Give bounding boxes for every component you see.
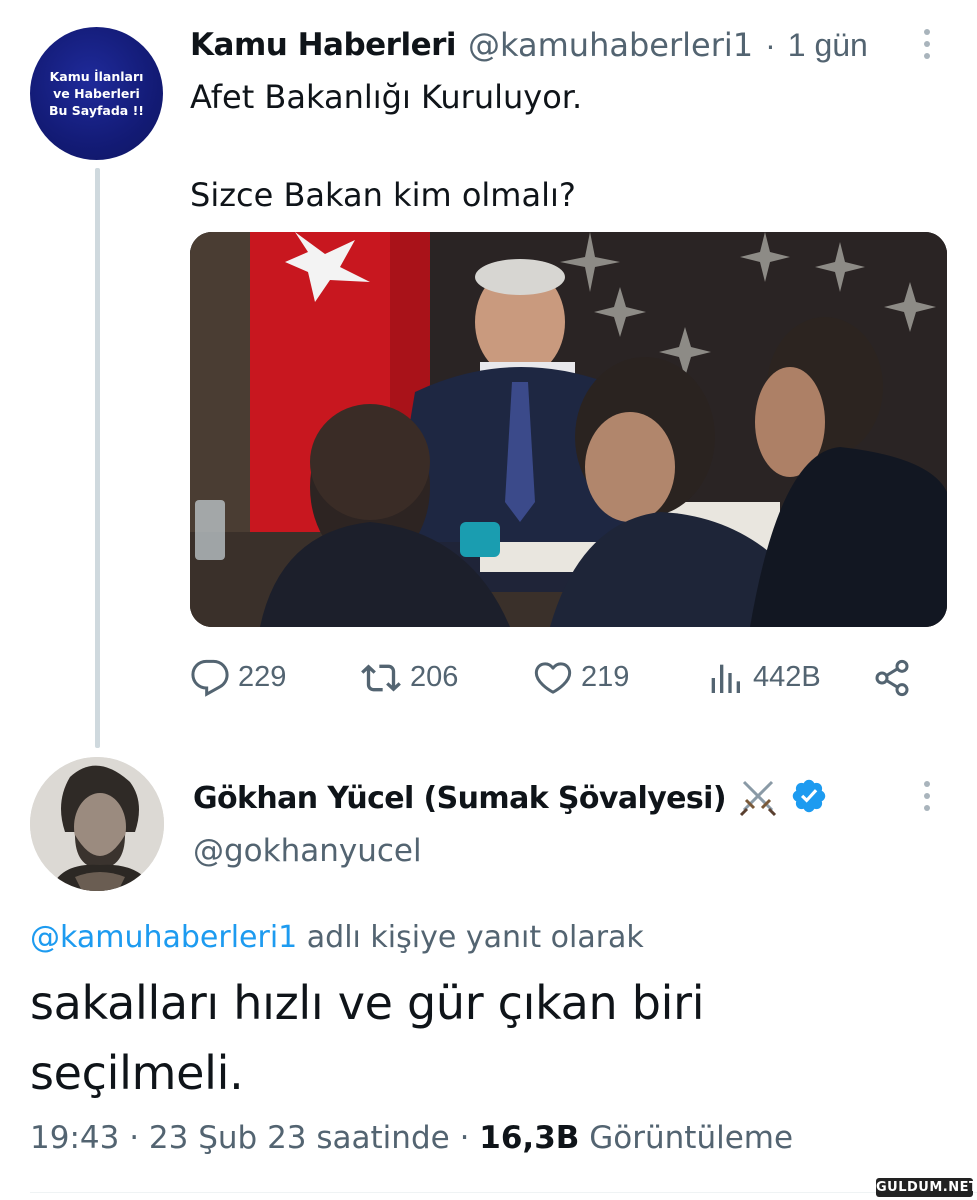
divider [30,1192,977,1193]
tweet1-photo[interactable] [190,232,947,627]
retweet-icon [361,663,401,692]
tweet2-time[interactable]: 19:43 [30,1120,119,1156]
tweet2-display-name[interactable]: Gökhan Yücel (Sumak Şövalyesi) [193,781,727,816]
views-count: 442B [753,661,821,693]
thread-connector-line [95,168,100,748]
meta-separator: · [129,1120,140,1156]
like-count: 219 [581,661,630,693]
tweet2-handle[interactable]: @gokhanyucel [193,833,422,869]
avatar-text: Kamu İlanları ve Haberleri Bu Sayfada !! [49,69,144,118]
tweet1-action-bar: 229 206 219 442B [190,650,950,705]
share-button[interactable] [872,650,912,705]
tweet2-date[interactable]: 23 Şub 23 saatinde [149,1120,450,1156]
avatar-kamu-haberleri[interactable]: Kamu İlanları ve Haberleri Bu Sayfada !! [30,27,163,160]
views-button[interactable]: 442B [705,650,821,705]
tweet1-time[interactable]: 1 gün [788,27,868,64]
tweet1-text-line2: Sizce Bakan kim olmalı? [190,176,576,214]
reply-mention-link[interactable]: @kamuhaberleri1 [30,920,297,955]
tweet2-name-row: Gökhan Yücel (Sumak Şövalyesi) [193,773,828,823]
tweet1-header: Kamu Haberleri @kamuhaberleri1 · 1 gün [190,24,868,66]
like-button[interactable]: 219 [533,650,629,705]
tweet2-meta: 19:43 · 23 Şub 23 saatinde · 16,3B Görün… [30,1120,793,1156]
avatar-gokhan-yucel[interactable] [30,757,164,891]
reply-button[interactable]: 229 [190,650,286,705]
tweet1-handle[interactable]: @kamuhaberleri1 [468,26,753,64]
verified-badge-icon [790,777,828,820]
bar-chart-icon [711,664,740,693]
reply-context-suffix: adlı kişiye yanıt olarak [297,920,644,955]
crossed-swords-icon [736,774,780,823]
reply-context: @kamuhaberleri1 adlı kişiye yanıt olarak [30,920,644,955]
tweet1-text-line1: Afet Bakanlığı Kuruluyor. [190,78,583,116]
more-vertical-icon[interactable] [912,24,942,64]
tweet2-views-label: Görüntüleme [589,1120,794,1156]
heart-icon [534,661,572,694]
tweet1-separator: · [765,26,776,63]
tweet1-display-name[interactable]: Kamu Haberleri [190,27,457,63]
meta-separator: · [459,1120,470,1156]
share-icon [875,659,909,696]
site-watermark: GULDUM.NET [876,1178,977,1197]
reply-count: 229 [238,661,287,693]
tweet2-views-count: 16,3B [479,1120,580,1156]
retweet-count: 206 [410,661,459,693]
more-vertical-icon[interactable] [912,776,942,816]
reply-bubble-icon [191,659,229,697]
retweet-button[interactable]: 206 [360,650,458,705]
tweet2-text: sakalları hızlı ve gür çıkan biri seçilm… [30,976,705,1100]
